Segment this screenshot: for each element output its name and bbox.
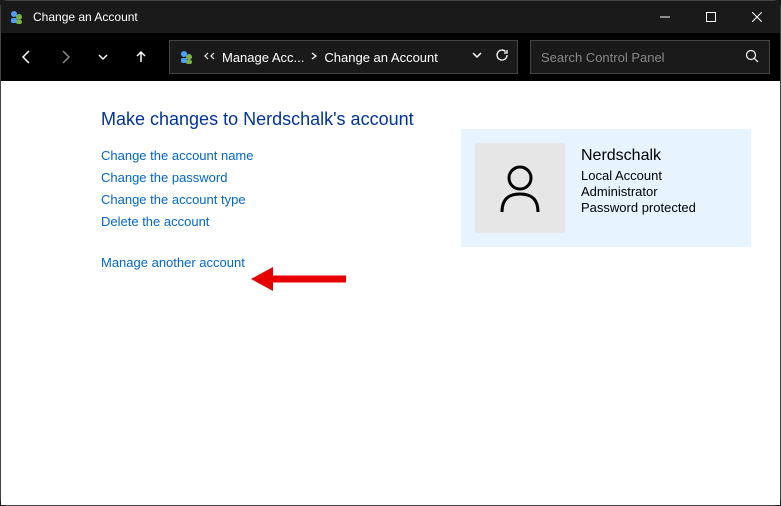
user-accounts-icon: [9, 9, 25, 25]
window-controls: [642, 1, 780, 33]
account-info: Nerdschalk Local Account Administrator P…: [581, 143, 696, 233]
address-bar[interactable]: Manage Acc... Change an Account: [169, 40, 518, 74]
titlebar: Change an Account: [1, 1, 780, 33]
close-button[interactable]: [734, 1, 780, 33]
account-type: Local Account: [581, 168, 696, 183]
action-list: Change the account name Change the passw…: [101, 148, 421, 270]
breadcrumb-manage[interactable]: Manage Acc...: [222, 50, 304, 65]
account-protection: Password protected: [581, 200, 696, 215]
up-button[interactable]: [125, 41, 157, 73]
search-icon[interactable]: [745, 49, 759, 66]
address-dropdown[interactable]: [471, 48, 483, 66]
recent-dropdown[interactable]: [87, 41, 119, 73]
minimize-button[interactable]: [642, 1, 688, 33]
window-title: Change an Account: [33, 10, 642, 24]
refresh-button[interactable]: [495, 48, 509, 67]
breadcrumb-change[interactable]: Change an Account: [324, 50, 437, 65]
maximize-button[interactable]: [688, 1, 734, 33]
content-area: Make changes to Nerdschalk's account Cha…: [1, 81, 780, 505]
account-card[interactable]: Nerdschalk Local Account Administrator P…: [461, 129, 751, 247]
back-button[interactable]: [11, 41, 43, 73]
actions-column: Make changes to Nerdschalk's account Cha…: [101, 109, 421, 505]
avatar: [475, 143, 565, 233]
page-heading: Make changes to Nerdschalk's account: [101, 109, 421, 130]
account-name: Nerdschalk: [581, 147, 696, 165]
user-accounts-icon: [178, 48, 196, 66]
navbar: Manage Acc... Change an Account: [1, 33, 780, 81]
account-role: Administrator: [581, 184, 696, 199]
search-box[interactable]: [530, 40, 770, 74]
change-password-link[interactable]: Change the password: [101, 170, 421, 185]
chevron-right-icon: [310, 51, 318, 64]
breadcrumb: Manage Acc... Change an Account: [204, 50, 438, 65]
chevron-left-icon[interactable]: [204, 51, 216, 64]
forward-button[interactable]: [49, 41, 81, 73]
search-input[interactable]: [541, 50, 745, 65]
change-type-link[interactable]: Change the account type: [101, 192, 421, 207]
change-name-link[interactable]: Change the account name: [101, 148, 421, 163]
manage-another-link[interactable]: Manage another account: [101, 255, 421, 270]
delete-account-link[interactable]: Delete the account: [101, 214, 421, 229]
